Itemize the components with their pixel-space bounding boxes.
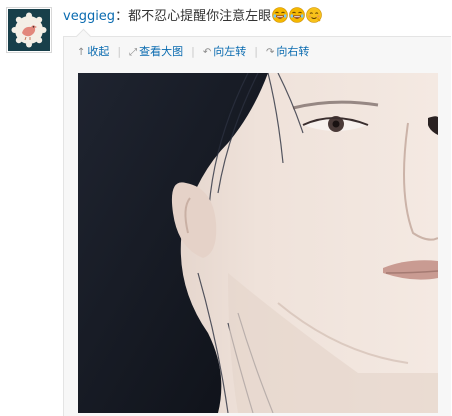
up-arrow-icon: ↑: [77, 47, 86, 58]
toolbar-separator: |: [191, 45, 195, 58]
avatar-bird-icon: [11, 12, 47, 48]
avatar[interactable]: [6, 7, 52, 53]
portrait-image: [78, 73, 438, 413]
media-expanded-panel: ↑ 收起 | ⤢ 查看大图 | ↶ 向左转 | ↷ 向右转: [63, 36, 451, 416]
laughing-tears-emoji: [289, 7, 305, 23]
rotate-right-link[interactable]: ↷ 向右转: [266, 43, 309, 62]
collapse-link[interactable]: ↑ 收起: [77, 43, 109, 62]
collapse-label: 收起: [87, 45, 110, 58]
colon: ：: [115, 9, 129, 24]
smiling-emoji: [306, 7, 322, 23]
post-photo[interactable]: [78, 73, 438, 413]
post-content: veggieg：都不忍心提醒你注意左眼: [63, 6, 322, 28]
avatar-image: [8, 9, 50, 51]
expand-icon: ⤢: [129, 47, 138, 58]
view-large-link[interactable]: ⤢ 查看大图: [129, 43, 183, 62]
laughing-tears-emoji: [272, 7, 288, 23]
username-link[interactable]: veggieg: [63, 9, 115, 24]
rotate-left-icon: ↶: [202, 47, 212, 58]
rotate-right-label: 向右转: [276, 45, 310, 58]
toolbar-separator: |: [254, 45, 258, 58]
toolbar-separator: |: [117, 45, 122, 58]
rotate-left-label: 向左转: [213, 45, 247, 58]
rotate-left-link[interactable]: ↶ 向左转: [203, 43, 246, 62]
post-text: 都不忍心提醒你注意左眼: [128, 9, 272, 24]
rotate-right-icon: ↷: [265, 47, 275, 58]
view-large-label: 查看大图: [139, 45, 184, 58]
media-toolbar: ↑ 收起 | ⤢ 查看大图 | ↶ 向左转 | ↷ 向右转: [77, 43, 309, 61]
